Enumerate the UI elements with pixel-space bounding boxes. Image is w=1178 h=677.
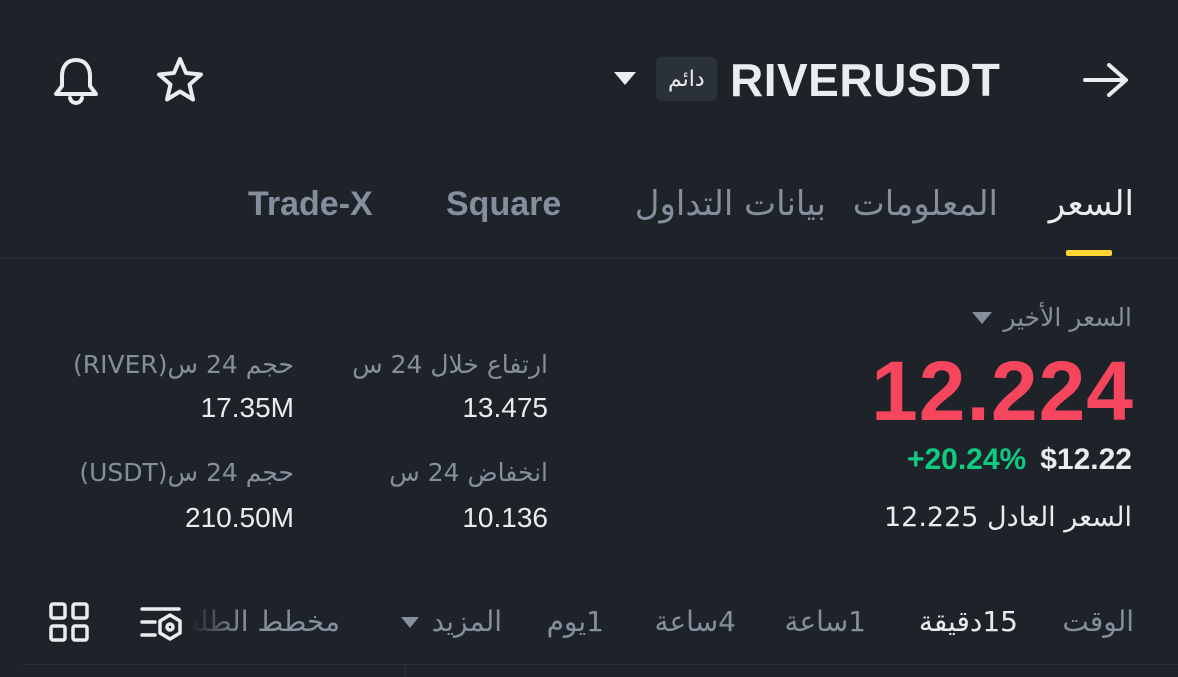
last-price: 12.224 [871, 344, 1134, 438]
price-change-row: +20.24% $12.22 [907, 440, 1132, 480]
star-icon[interactable] [150, 52, 210, 108]
tab-price[interactable]: السعر [1049, 180, 1134, 228]
tab-info[interactable]: المعلومات [853, 180, 998, 228]
tab-trade-x[interactable]: Trade-X [248, 180, 373, 228]
high-24h-value: 13.475 [462, 392, 548, 423]
interval-time[interactable]: الوقت [1062, 600, 1134, 644]
symbol-title[interactable]: RIVERUSDT [730, 50, 1000, 110]
tab-trading-data[interactable]: بيانات التداول [635, 180, 826, 228]
divider-tick [405, 664, 406, 677]
caret-down-icon [400, 616, 419, 628]
high-24h-label: ارتفاع خلال 24 س [352, 350, 548, 379]
fair-price-label: السعر العادل [987, 502, 1132, 533]
more-label: المزيد [431, 605, 502, 638]
volume-usdt-value: 210.50M [185, 502, 294, 533]
chart-settings-icon[interactable] [138, 600, 186, 644]
bell-icon[interactable] [46, 52, 106, 108]
depth-chart-tab[interactable]: مخطط الطلب [190, 600, 340, 644]
grid-layout-icon[interactable] [46, 600, 92, 644]
interval-1h[interactable]: 1ساعة [784, 600, 866, 644]
caret-down-icon [972, 312, 993, 324]
tab-square[interactable]: Square [446, 180, 561, 228]
volume-usdt-label: حجم 24 س(USDT) [79, 458, 294, 487]
interval-1d[interactable]: 1يوم [547, 600, 604, 644]
interval-more-dropdown[interactable]: المزيد [400, 600, 502, 644]
volume-river-label: حجم 24 س(RIVER) [73, 350, 294, 379]
interval-15m[interactable]: 15دقيقة [919, 600, 1018, 644]
fair-price-value: 12.225 [883, 502, 979, 533]
arrow-right-icon[interactable] [1076, 52, 1136, 108]
low-24h-label: انخفاض 24 س [389, 458, 548, 487]
active-tab-indicator [1066, 250, 1112, 256]
volume-river-value: 17.35M [200, 392, 294, 423]
usd-price: $12.22 [1040, 443, 1132, 476]
low-24h-value: 10.136 [462, 502, 548, 533]
last-price-selector[interactable]: السعر الأخير [971, 300, 1132, 336]
change-percent: +20.24% [906, 443, 1027, 476]
fair-price-row: السعر العادل 12.225 [884, 498, 1132, 538]
last-price-label: السعر الأخير [1003, 303, 1132, 332]
contract-type-badge: دائم [656, 57, 717, 101]
caret-down-icon[interactable] [608, 60, 642, 96]
tabs-divider [0, 258, 1178, 259]
interval-4h[interactable]: 4ساعة [654, 600, 736, 644]
interval-bar-divider [22, 664, 1178, 665]
